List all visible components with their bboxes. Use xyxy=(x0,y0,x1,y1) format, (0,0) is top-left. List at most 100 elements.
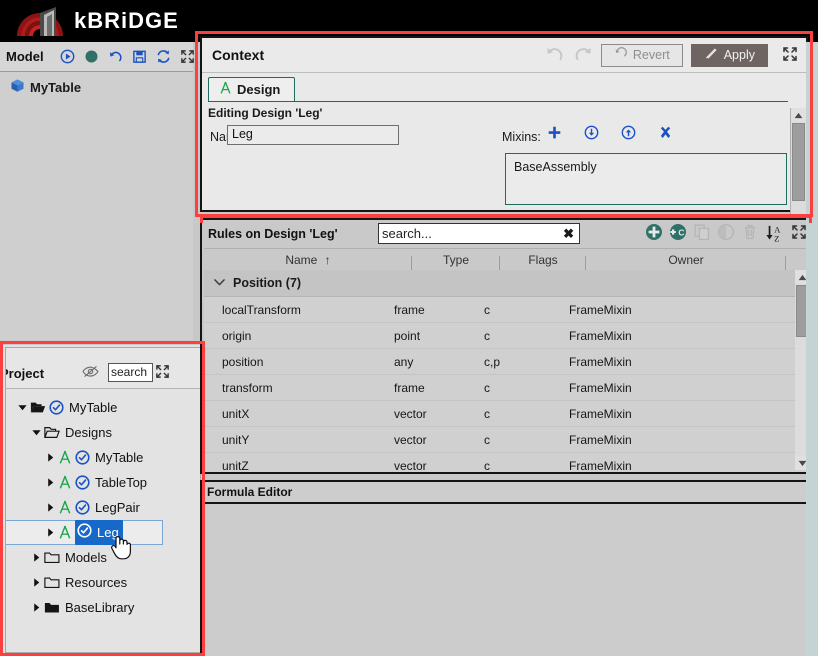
folder-filled-icon xyxy=(44,601,60,614)
twisty-right-icon[interactable] xyxy=(28,552,44,563)
column-header-type[interactable]: Type xyxy=(412,253,500,270)
rules-search-input[interactable]: search... xyxy=(382,226,563,241)
add-child-rule-button[interactable]: C xyxy=(669,223,687,244)
table-row[interactable]: unitY vector c FrameMixin xyxy=(204,427,808,453)
scrollbar-thumb[interactable] xyxy=(792,123,805,201)
tree-item-label: MyTable xyxy=(95,450,144,465)
context-toolbar: Revert Apply xyxy=(545,38,798,72)
column-header-owner[interactable]: Owner xyxy=(586,252,786,270)
rule-name: unitZ xyxy=(222,458,249,473)
project-search-input[interactable]: search xyxy=(108,363,153,382)
twisty-right-icon[interactable] xyxy=(28,602,44,613)
formula-editor-body[interactable] xyxy=(202,504,810,656)
tree-item-designs[interactable]: Designs xyxy=(6,420,200,445)
column-header-name[interactable]: Name ↑ xyxy=(204,252,412,270)
check-circle-icon xyxy=(77,523,92,541)
twisty-down-icon[interactable] xyxy=(28,427,44,438)
twisty-right-icon[interactable] xyxy=(42,502,58,513)
revert-button[interactable]: Revert xyxy=(600,43,683,67)
eye-slash-icon[interactable] xyxy=(82,365,99,381)
tree-item-design-mytable[interactable]: MyTable xyxy=(6,445,200,470)
folder-outline-icon xyxy=(44,551,60,564)
refresh-icon[interactable] xyxy=(156,49,171,64)
mixins-toolbar xyxy=(547,125,673,143)
tree-item-design-tabletop[interactable]: TableTop xyxy=(6,470,200,495)
move-mixin-up-button[interactable] xyxy=(621,125,636,143)
tree-item-label: Resources xyxy=(65,575,128,590)
tree-item-baselibrary[interactable]: BaseLibrary xyxy=(6,595,200,620)
mixins-list[interactable]: BaseAssembly xyxy=(505,153,787,205)
model-panel: Model MyTable xyxy=(0,42,195,340)
twisty-right-icon[interactable] xyxy=(42,477,58,488)
tree-item-label: TableTop xyxy=(95,475,148,490)
design-A-icon xyxy=(58,475,72,490)
apply-button[interactable]: Apply xyxy=(690,43,768,67)
table-row[interactable]: position any c,p FrameMixin xyxy=(204,349,808,375)
brand-logo: kBRiDGE xyxy=(14,4,179,38)
formula-editor-header: Formula Editor xyxy=(202,482,810,504)
project-expand-icon[interactable] xyxy=(155,364,170,382)
design-A-icon xyxy=(58,500,72,515)
undo-icon[interactable] xyxy=(545,44,565,67)
sort-az-button[interactable]: AZ xyxy=(765,224,785,243)
rule-name: unitY xyxy=(222,432,250,447)
rule-owner: FrameMixin xyxy=(569,302,632,317)
expand-icon[interactable] xyxy=(180,49,195,64)
model-panel-body: MyTable xyxy=(0,72,193,340)
rule-owner: FrameMixin xyxy=(569,354,632,369)
column-header-owner-label: Owner xyxy=(668,252,704,267)
chevron-down-icon[interactable] xyxy=(214,276,225,290)
column-header-flags[interactable]: Flags xyxy=(500,253,586,270)
tree-item-models[interactable]: Models xyxy=(6,545,200,570)
twisty-right-icon[interactable] xyxy=(28,577,44,588)
redo-icon[interactable] xyxy=(573,44,593,67)
apply-icon xyxy=(704,47,718,63)
rules-group-row[interactable]: Position (7) xyxy=(204,270,808,297)
tree-item-mytable-root[interactable]: MyTable xyxy=(6,395,200,420)
project-tree: MyTable Designs MyTable TableTop LegPair… xyxy=(6,389,200,651)
undo-icon[interactable] xyxy=(108,49,123,64)
table-row[interactable]: unitX vector c FrameMixin xyxy=(204,401,808,427)
table-row[interactable]: transform frame c FrameMixin xyxy=(204,375,808,401)
scroll-up-arrow-icon[interactable] xyxy=(791,108,806,122)
tree-item-resources[interactable]: Resources xyxy=(6,570,200,595)
tree-item-design-leg[interactable]: Leg xyxy=(6,520,200,545)
twisty-right-icon[interactable] xyxy=(42,527,58,538)
add-rule-button[interactable] xyxy=(645,223,663,244)
right-edge-strip xyxy=(806,42,818,656)
rules-panel: Rules on Design 'Leg' search... ✖ C A Z … xyxy=(200,218,812,474)
column-header-name-label: Name xyxy=(285,252,318,267)
tree-item-label: MyTable xyxy=(69,400,118,415)
table-row[interactable]: origin point c FrameMixin xyxy=(204,323,808,349)
project-panel: Project xyxy=(3,345,201,653)
model-panel-header: Model xyxy=(0,42,195,72)
clear-search-icon[interactable]: ✖ xyxy=(563,226,574,242)
table-row[interactable]: unitZ vector c FrameMixin xyxy=(204,453,808,472)
rules-expand-icon[interactable] xyxy=(791,224,807,243)
twisty-right-icon[interactable] xyxy=(42,452,58,463)
mixin-list-item[interactable]: BaseAssembly xyxy=(514,160,786,174)
mouse-cursor xyxy=(110,534,132,560)
model-tree-root-item[interactable]: MyTable xyxy=(0,76,193,98)
table-row[interactable]: localTransform frame c FrameMixin xyxy=(204,297,808,323)
folder-open-outline-icon xyxy=(44,426,60,439)
tree-item-label: Designs xyxy=(65,425,112,440)
name-input[interactable]: Leg xyxy=(227,125,399,145)
rule-flags: c xyxy=(484,406,490,421)
rule-owner: FrameMixin xyxy=(569,406,632,421)
sort-ascending-icon: ↑ xyxy=(324,252,331,267)
add-mixin-button[interactable] xyxy=(547,125,562,143)
remove-mixin-button[interactable] xyxy=(658,125,673,143)
tree-item-design-legpair[interactable]: LegPair xyxy=(6,495,200,520)
context-expand-icon[interactable] xyxy=(782,46,798,65)
move-mixin-down-button[interactable] xyxy=(584,125,599,143)
save-icon[interactable] xyxy=(132,49,147,64)
run-icon[interactable] xyxy=(60,49,75,64)
record-icon[interactable] xyxy=(84,49,99,64)
twisty-down-icon[interactable] xyxy=(14,402,30,413)
brand-name: kBRiDGE xyxy=(74,8,179,33)
rules-search-box[interactable]: search... ✖ xyxy=(378,223,580,244)
tab-design[interactable]: Design xyxy=(208,77,296,101)
rule-name: transform xyxy=(222,380,273,395)
rule-owner: FrameMixin xyxy=(569,432,632,447)
